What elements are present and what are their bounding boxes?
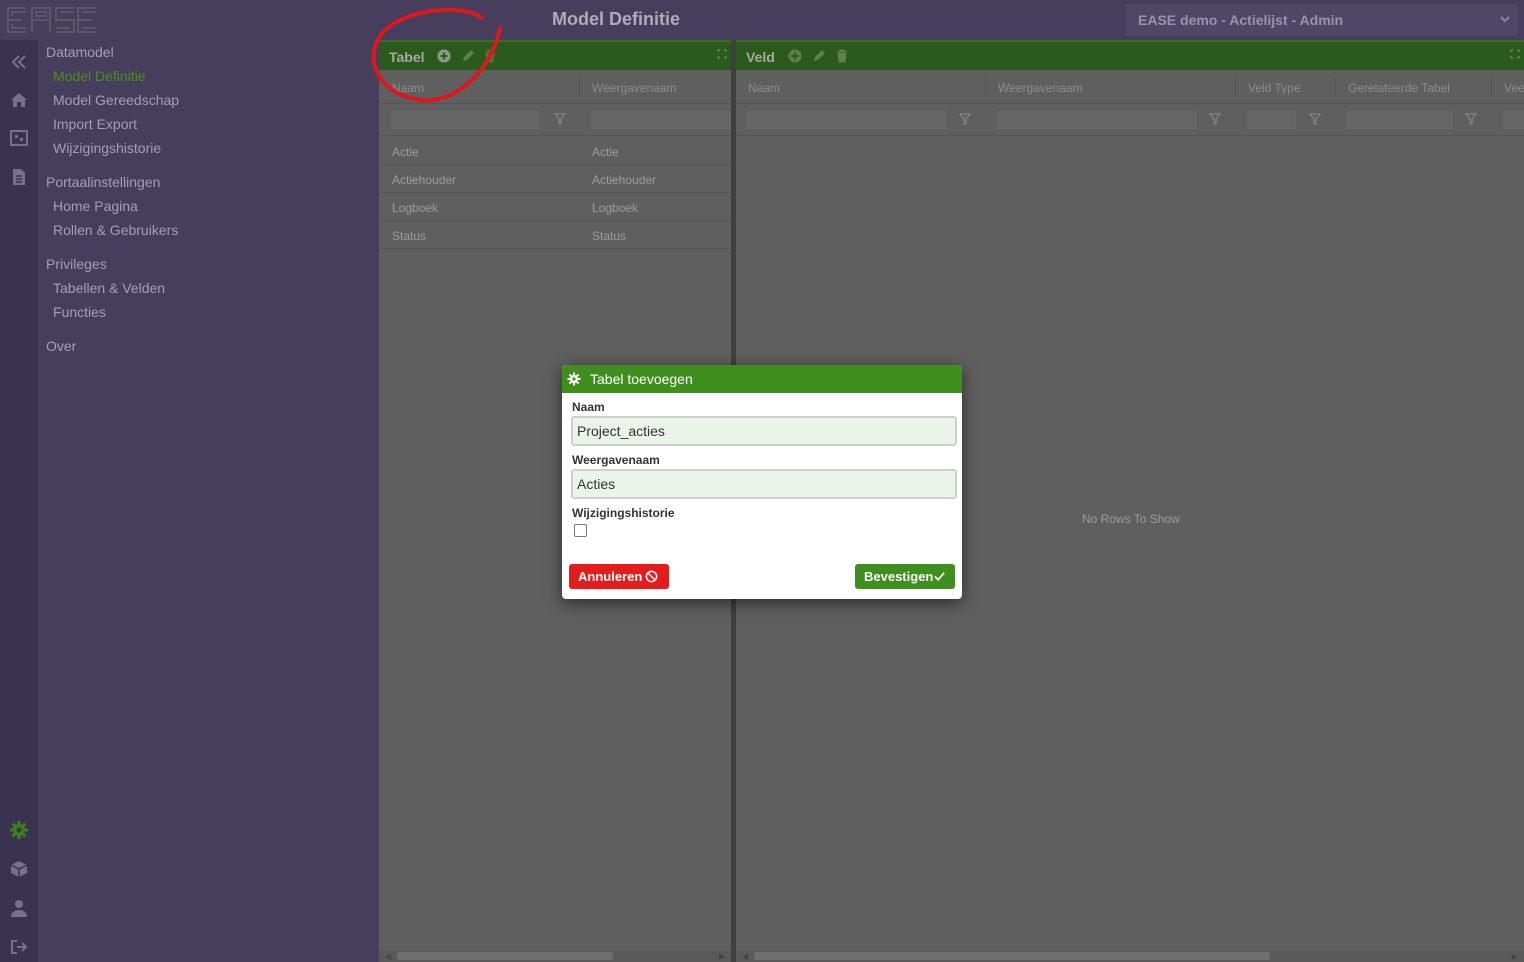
filter-input-weergavenaam[interactable] <box>997 111 1196 129</box>
package-icon[interactable] <box>9 859 29 879</box>
nav-item-home-pagina[interactable]: Home Pagina <box>53 198 138 214</box>
nav-item-wijzigingshistorie[interactable]: Wijzigingshistorie <box>53 140 161 156</box>
add-table-dialog: Tabel toevoegen Naam Weergavenaam Wijzig… <box>562 365 962 599</box>
nav-item-tabellen-velden[interactable]: Tabellen & Velden <box>53 280 165 296</box>
nav-group-portaalinstellingen[interactable]: Portaalinstellingen <box>46 174 160 190</box>
wijzigingshistorie-label: Wijzigingshistorie <box>572 506 675 520</box>
scroll-right-icon[interactable]: ▶ <box>719 952 725 961</box>
model-icon[interactable] <box>9 128 29 148</box>
delete-icon[interactable] <box>835 49 849 63</box>
scroll-left-icon[interactable]: ◀ <box>742 952 748 961</box>
collapse-icon[interactable] <box>9 52 29 72</box>
veld-column-headers: Naam Weergavenaam Veld Type Gerelateerde… <box>736 70 1524 104</box>
column-header-vee[interactable]: Vee <box>1504 81 1524 95</box>
horizontal-scrollbar[interactable]: ◀ ▶ <box>736 950 1524 962</box>
cancel-button-label: Annuleren <box>578 569 643 584</box>
cell-weergavenaam: Actiehouder <box>592 173 657 187</box>
veld-panel-header: Veld <box>736 40 1524 70</box>
chevron-down-icon <box>1500 16 1510 23</box>
filter-icon[interactable] <box>1209 113 1221 125</box>
environment-select[interactable]: EASE demo - Actielijst - Admin <box>1126 4 1518 36</box>
column-separator[interactable] <box>579 78 580 96</box>
scrollbar-thumb[interactable] <box>397 952 613 960</box>
home-icon[interactable] <box>9 90 29 110</box>
nav-item-model-definitie[interactable]: Model Definitie <box>53 68 146 84</box>
veld-filter-row <box>736 104 1524 136</box>
cell-naam: Actie <box>392 145 419 159</box>
weergavenaam-input[interactable] <box>571 469 957 499</box>
column-header-naam[interactable]: Naam <box>748 81 780 95</box>
cell-naam: Actiehouder <box>392 173 457 187</box>
weergavenaam-label: Weergavenaam <box>572 453 660 467</box>
cell-naam: Status <box>392 229 427 243</box>
column-separator[interactable] <box>1235 78 1236 96</box>
column-header-weergavenaam[interactable]: Weergavenaam <box>998 81 1083 95</box>
gear-icon <box>567 372 581 386</box>
nav-group-over[interactable]: Over <box>46 338 76 354</box>
filter-icon[interactable] <box>1465 113 1477 125</box>
naam-input[interactable] <box>571 416 957 446</box>
filter-input-gerelateerde-tabel[interactable] <box>1347 111 1452 129</box>
table-row[interactable]: Logboek Logboek <box>379 193 731 221</box>
user-icon[interactable] <box>9 898 29 918</box>
check-icon <box>934 572 945 581</box>
filter-icon[interactable] <box>554 113 566 125</box>
nav-group-datamodel[interactable]: Datamodel <box>46 44 114 60</box>
cell-weergavenaam: Status <box>592 229 627 243</box>
ease-logo <box>7 7 96 33</box>
column-separator[interactable] <box>985 78 986 96</box>
nav-item-model-gereedschap[interactable]: Model Gereedschap <box>53 92 179 108</box>
page-title: Model Definitie <box>552 9 681 29</box>
nav-item-functies[interactable]: Functies <box>53 304 106 320</box>
dialog-title: Tabel toevoegen <box>590 371 693 387</box>
filter-input-vee[interactable] <box>1503 111 1524 129</box>
annotation-circle <box>371 7 502 103</box>
environment-select-value: EASE demo - Actielijst - Admin <box>1138 12 1344 28</box>
column-header-veld-type[interactable]: Veld Type <box>1248 81 1301 95</box>
scrollbar-thumb[interactable] <box>754 952 1270 960</box>
top-bar: Model Definitie EASE demo - Actielijst -… <box>0 0 1524 40</box>
table-row[interactable]: Status Status <box>379 221 731 249</box>
filter-input-naam[interactable] <box>391 111 539 129</box>
horizontal-scrollbar[interactable]: ◀ ▶ <box>379 950 731 962</box>
expand-icon[interactable] <box>1510 49 1520 59</box>
edit-icon[interactable] <box>812 49 826 63</box>
nav-item-import-export[interactable]: Import Export <box>53 116 137 132</box>
expand-icon[interactable] <box>717 49 727 59</box>
table-row[interactable]: Actiehouder Actiehouder <box>379 165 731 193</box>
filter-input-naam[interactable] <box>747 111 946 129</box>
filter-input-weergavenaam[interactable] <box>591 111 731 129</box>
veld-panel-title: Veld <box>746 49 775 65</box>
scroll-right-icon[interactable]: ▶ <box>1512 952 1518 961</box>
column-separator[interactable] <box>1491 78 1492 96</box>
navigation-panel: Datamodel Model Definitie Model Gereedsc… <box>38 40 379 962</box>
filter-icon[interactable] <box>1309 113 1321 125</box>
confirm-button[interactable]: Bevestigen <box>855 564 955 589</box>
cell-weergavenaam: Actie <box>592 145 619 159</box>
column-header-gerelateerde-tabel[interactable]: Gerelateerde Tabel <box>1348 81 1450 95</box>
column-separator[interactable] <box>1335 78 1336 96</box>
table-row[interactable]: Actie Actie <box>379 137 731 165</box>
logout-icon[interactable] <box>9 937 29 957</box>
scroll-left-icon[interactable]: ◀ <box>385 952 391 961</box>
nav-group-privileges[interactable]: Privileges <box>46 256 107 272</box>
nav-item-rollen-gebruikers[interactable]: Rollen & Gebruikers <box>53 222 178 238</box>
filter-input-veld-type[interactable] <box>1247 111 1296 129</box>
add-icon[interactable] <box>788 49 802 63</box>
empty-grid-message: No Rows To Show <box>1082 512 1180 526</box>
tabel-filter-row <box>379 104 731 136</box>
dialog-header: Tabel toevoegen <box>562 365 962 393</box>
cell-weergavenaam: Logboek <box>592 201 639 215</box>
cell-naam: Logboek <box>392 201 439 215</box>
cancel-button[interactable]: Annuleren <box>569 564 669 589</box>
ban-icon <box>645 570 658 583</box>
column-header-weergavenaam[interactable]: Weergavenaam <box>592 81 677 95</box>
wijzigingshistorie-checkbox[interactable] <box>574 524 587 537</box>
icon-rail <box>0 40 38 962</box>
confirm-button-label: Bevestigen <box>864 569 934 584</box>
document-icon[interactable] <box>9 167 29 187</box>
naam-label: Naam <box>572 400 605 414</box>
filter-icon[interactable] <box>959 113 971 125</box>
settings-icon[interactable] <box>9 820 29 840</box>
